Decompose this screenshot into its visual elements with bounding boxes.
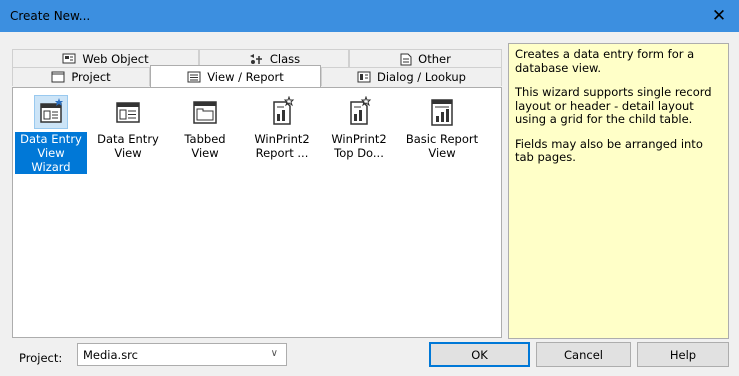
description-text: Fields may also be arranged into tab pag… <box>515 136 703 164</box>
cancel-button[interactable]: Cancel <box>536 342 631 367</box>
data-entry-wizard-icon <box>34 95 68 129</box>
item-basic-report-view[interactable]: Basic Report View <box>400 94 484 160</box>
item-label: WinPrint2 Report ... <box>254 132 310 160</box>
class-icon <box>249 54 262 64</box>
help-button[interactable]: Help <box>637 342 729 367</box>
tab-view-report[interactable]: View / Report <box>150 65 321 87</box>
winprint-top-icon <box>350 96 372 125</box>
web-object-icon <box>62 53 76 64</box>
template-list: Data Entry View Wizard Data Entry View Tab… <box>12 87 502 338</box>
project-label: Project: <box>19 351 63 365</box>
tab-label: Other <box>418 52 451 66</box>
title-bar: Create New... ✕ <box>0 0 739 32</box>
tab-label: Class <box>269 52 301 66</box>
ok-button[interactable]: OK <box>429 342 530 367</box>
data-entry-view-icon <box>116 102 140 123</box>
item-winprint2-report[interactable]: WinPrint2 Report ... <box>246 94 318 160</box>
item-label: Basic Report View <box>405 132 479 160</box>
close-icon[interactable]: ✕ <box>709 6 729 26</box>
view-report-icon <box>187 71 201 82</box>
tab-dialog-lookup[interactable]: Dialog / Lookup <box>321 67 502 86</box>
basic-report-icon <box>431 99 453 126</box>
winprint-report-icon <box>273 96 295 125</box>
item-winprint2-top-do[interactable]: WinPrint2 Top Do... <box>323 94 395 160</box>
tabbed-view-icon <box>193 101 217 124</box>
tab-label: View / Report <box>207 69 284 84</box>
item-data-entry-view-wizard[interactable]: Data Entry View Wizard <box>15 94 87 174</box>
item-label: WinPrint2 Top Do... <box>331 132 387 160</box>
project-icon <box>51 71 65 83</box>
description-panel: Creates a data entry form for a database… <box>508 43 729 339</box>
other-icon <box>400 53 412 65</box>
window-title: Create New... <box>10 9 91 23</box>
project-dropdown[interactable]: Media.src ∨ <box>77 343 287 366</box>
chevron-down-icon: ∨ <box>270 348 278 359</box>
dialog-lookup-icon <box>357 71 371 83</box>
item-label: Tabbed View <box>184 132 226 160</box>
item-data-entry-view[interactable]: Data Entry View <box>92 94 164 160</box>
tab-other[interactable]: Other <box>349 49 502 68</box>
item-tabbed-view[interactable]: Tabbed View <box>169 94 241 160</box>
tab-label: Web Object <box>82 52 149 66</box>
project-value: Media.src <box>83 347 138 362</box>
tab-label: Dialog / Lookup <box>377 70 466 84</box>
tab-project[interactable]: Project <box>12 67 150 86</box>
tab-label: Project <box>71 70 111 84</box>
description-text: This wizard supports single record layou… <box>515 85 712 126</box>
description-text: Creates a data entry form for a database… <box>515 47 695 75</box>
item-label: Data Entry View Wizard <box>15 132 87 174</box>
item-label: Data Entry View <box>97 132 159 160</box>
